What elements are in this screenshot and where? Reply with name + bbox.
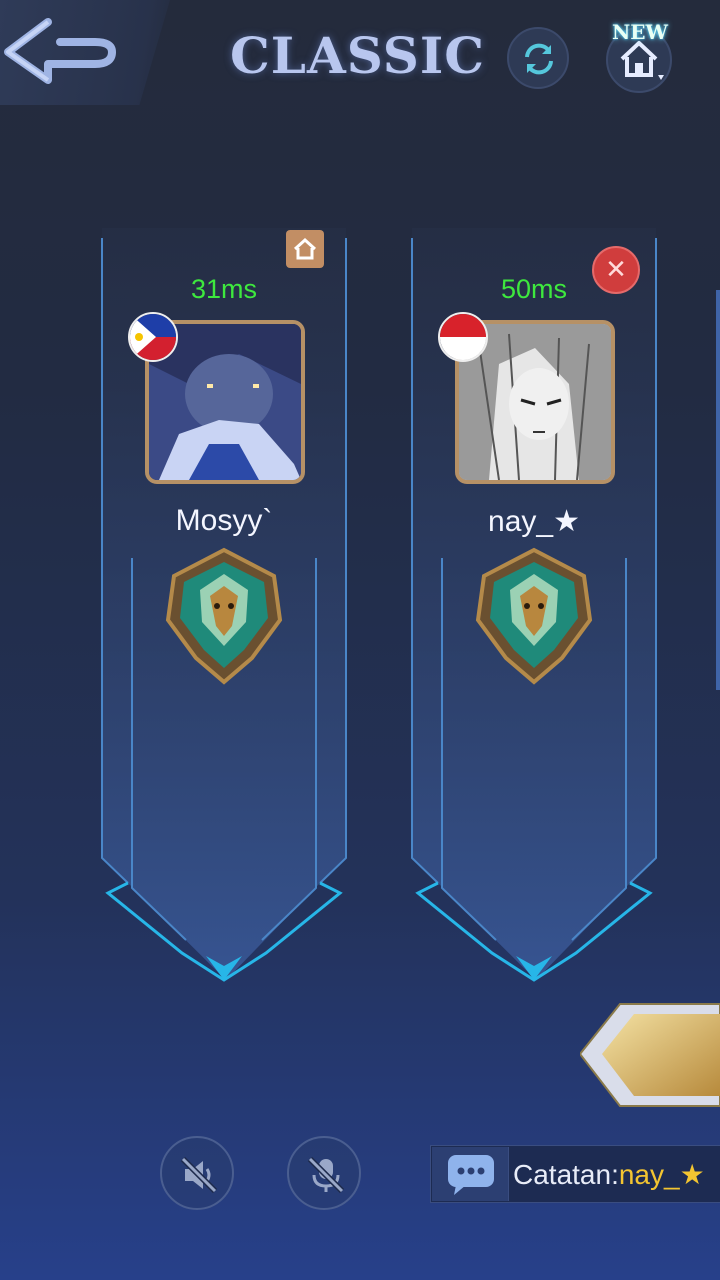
new-badge: NEW — [612, 20, 668, 44]
mic-muted-icon — [307, 1156, 345, 1194]
back-button[interactable] — [0, 0, 170, 105]
mythic-rank-emblem-icon — [165, 547, 283, 685]
mic-toggle-button[interactable] — [287, 1136, 361, 1210]
host-house-icon — [286, 230, 324, 268]
refresh-icon — [525, 43, 553, 75]
chat-label: Catatan: — [513, 1159, 619, 1190]
start-button[interactable] — [580, 998, 720, 1113]
chat-bubble-icon — [448, 1155, 494, 1195]
refresh-button[interactable] — [507, 27, 569, 89]
top-bar: CLASSIC NEW — [0, 0, 720, 110]
chat-message: Catatan:nay_★ — [513, 1158, 705, 1191]
mythic-rank-emblem-icon — [475, 547, 593, 685]
player-card[interactable]: 31ms Mosyy` — [98, 228, 350, 988]
philippines-flag-icon — [128, 312, 178, 362]
player-ping: 31ms — [190, 274, 258, 304]
chat-author: nay_★ — [618, 1159, 705, 1190]
indonesia-flag-icon — [438, 312, 488, 362]
chat-bar[interactable]: Catatan:nay_★ — [430, 1145, 720, 1203]
chat-button[interactable] — [432, 1147, 509, 1201]
player-name: Mosyy` — [175, 504, 273, 537]
player-name: nay_★ — [488, 505, 580, 538]
player-card[interactable]: ✕ 50ms nay_★ — [408, 228, 660, 988]
back-arrow-icon — [4, 18, 116, 84]
player-ping: 50ms — [500, 274, 568, 304]
next-card-edge — [716, 290, 720, 690]
speaker-muted-icon — [180, 1156, 218, 1194]
page-title: CLASSIC — [230, 26, 486, 85]
speaker-toggle-button[interactable] — [160, 1136, 234, 1210]
